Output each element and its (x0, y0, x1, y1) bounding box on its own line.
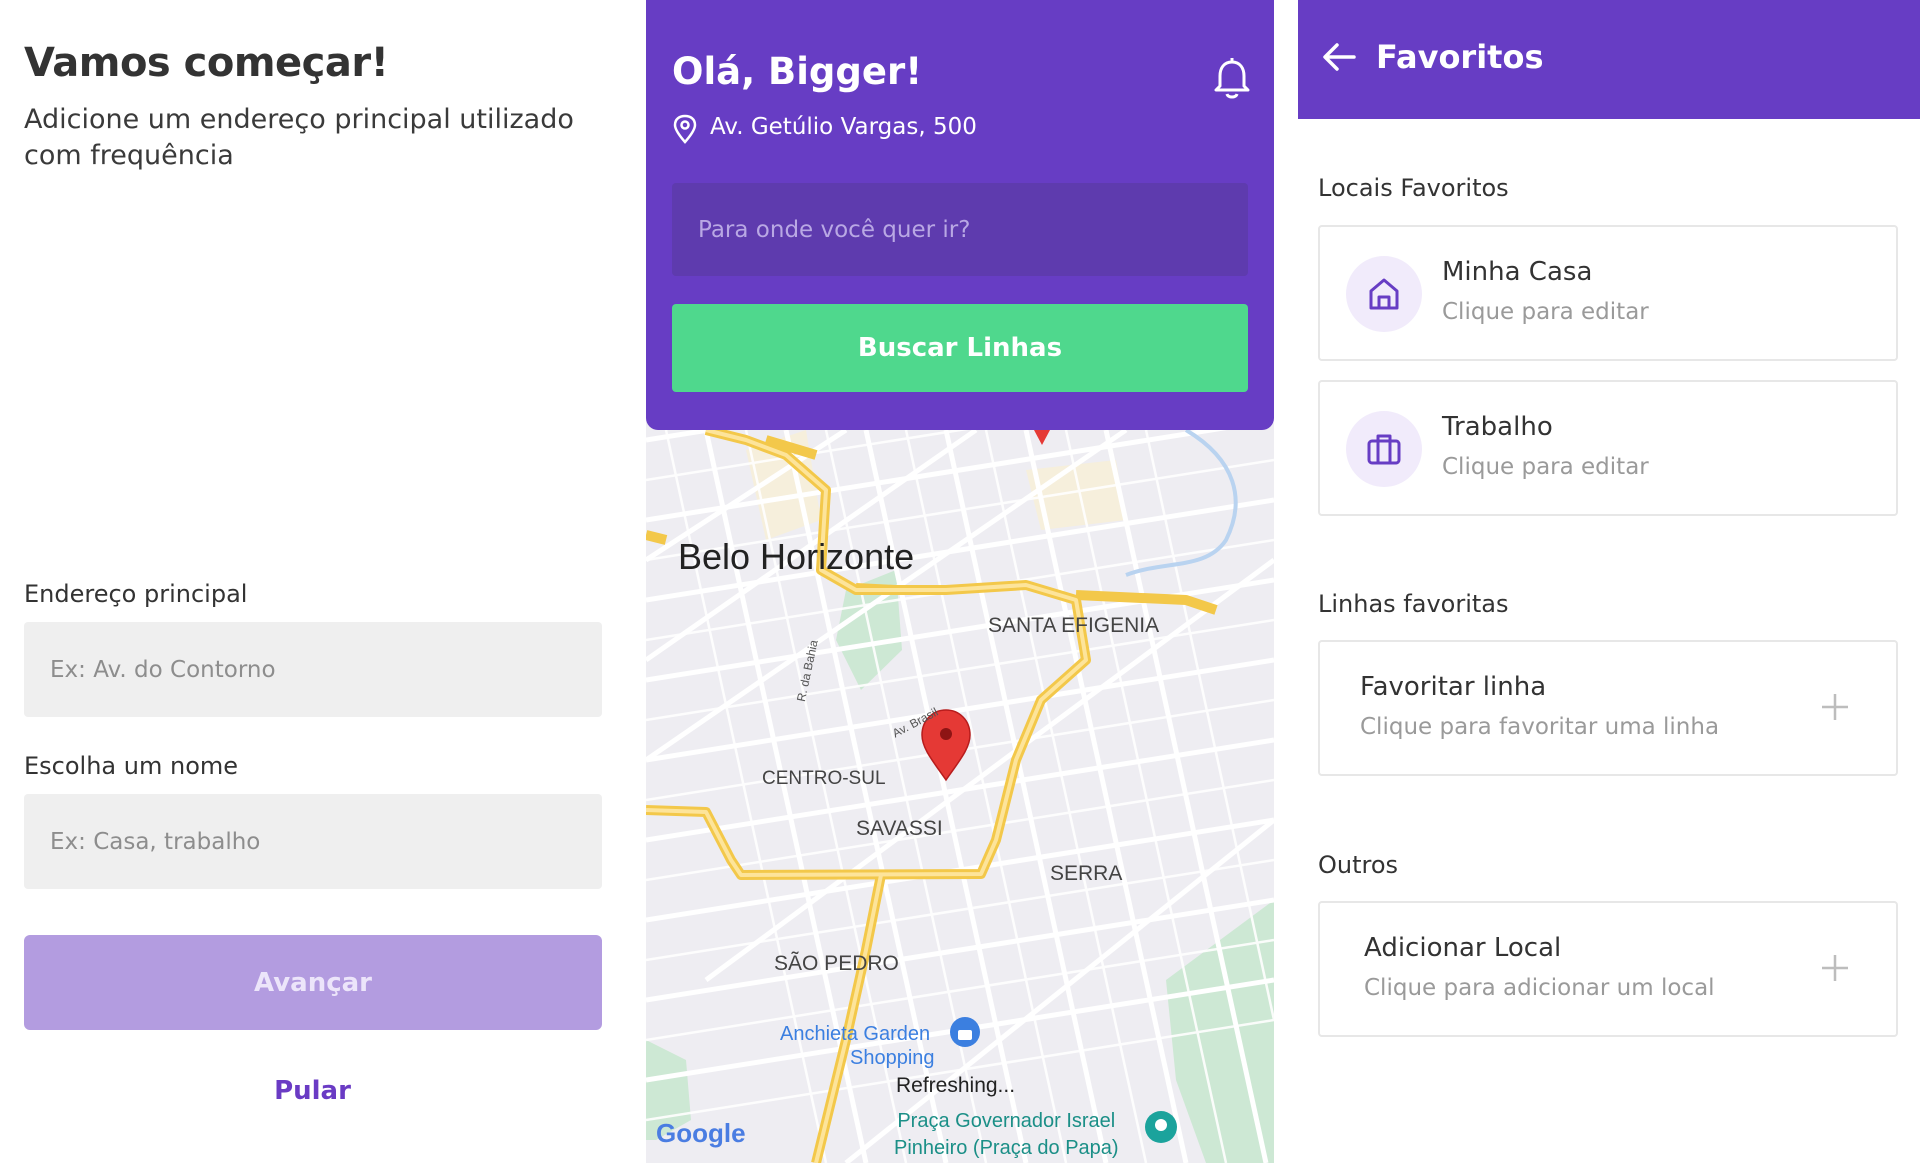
poi-praca-line-2: Pinheiro (Praça do Papa) (894, 1137, 1119, 1159)
home-header: Olá, Bigger! Av. Getúlio Vargas, 500 Bus… (646, 0, 1274, 430)
next-button[interactable]: Avançar (24, 935, 602, 1030)
page-title: Vamos começar! (24, 40, 389, 86)
briefcase-icon (1367, 434, 1401, 465)
map-label-sao-pedro: SÃO PEDRO (774, 952, 899, 975)
map-city-label: Belo Horizonte (678, 536, 915, 577)
map-refreshing-status: Refreshing... (896, 1074, 1016, 1097)
address-input[interactable] (24, 622, 602, 717)
section-title-other: Outros (1318, 851, 1399, 879)
page-title: Favoritos (1376, 38, 1544, 76)
greeting-title: Olá, Bigger! (672, 50, 923, 93)
back-arrow-icon[interactable] (1322, 42, 1356, 72)
app-bar: Favoritos (1298, 0, 1920, 119)
poi-anchieta-line-1: Anchieta Garden (780, 1023, 931, 1045)
search-lines-button[interactable]: Buscar Linhas (672, 304, 1248, 392)
map-label-serra: SERRA (1050, 862, 1123, 885)
name-label: Escolha um nome (24, 752, 239, 780)
current-address[interactable]: Av. Getúlio Vargas, 500 (710, 114, 977, 140)
skip-link[interactable]: Pular (0, 1076, 625, 1106)
home-screen: Belo Horizonte SANTA EFIGENIA CENTRO-SUL… (646, 0, 1274, 1163)
map-poi-praca-do-papa[interactable]: Praça Governador Israel Pinheiro (Praça … (894, 1108, 1119, 1162)
section-title-lines: Linhas favoritas (1318, 590, 1509, 618)
bell-icon[interactable] (1212, 56, 1252, 100)
place-subtitle: Clique para editar (1442, 299, 1649, 325)
google-logo: Google (656, 1118, 746, 1148)
favorite-place-home[interactable]: Minha Casa Clique para editar (1318, 225, 1898, 361)
place-title: Minha Casa (1442, 257, 1593, 287)
place-subtitle: Clique para editar (1442, 454, 1649, 480)
address-label: Endereço principal (24, 580, 248, 608)
favorites-screen: Favoritos Locais Favoritos Minha Casa Cl… (1298, 0, 1920, 1163)
map-label-santa-efigenia: SANTA EFIGENIA (988, 614, 1160, 637)
location-pin-icon (673, 114, 697, 144)
map-poi-anchieta[interactable]: Anchieta Garden Shopping (780, 1022, 935, 1070)
line-card-subtitle: Clique para favoritar uma linha (1360, 714, 1720, 740)
place-title: Trabalho (1442, 412, 1553, 442)
favorite-line-card[interactable]: Favoritar linha Clique para favoritar um… (1318, 640, 1898, 776)
line-card-title: Favoritar linha (1360, 672, 1547, 702)
onboarding-screen: Vamos começar! Adicione um endereço prin… (0, 0, 625, 1163)
home-icon (1369, 278, 1399, 310)
poi-praca-line-1: Praça Governador Israel (897, 1110, 1116, 1132)
map-label-savassi: SAVASSI (856, 817, 943, 840)
home-icon-badge (1346, 256, 1422, 332)
favorite-place-work[interactable]: Trabalho Clique para editar (1318, 380, 1898, 516)
plus-icon[interactable] (1820, 692, 1850, 722)
briefcase-icon-badge (1346, 411, 1422, 487)
destination-search-input[interactable] (672, 183, 1248, 276)
name-input[interactable] (24, 794, 602, 889)
add-place-title: Adicionar Local (1364, 933, 1562, 963)
page-subtitle: Adicione um endereço principal utilizado… (24, 104, 574, 171)
map-label-centro-sul: CENTRO-SUL (762, 768, 886, 789)
plus-icon[interactable] (1820, 953, 1850, 983)
add-place-subtitle: Clique para adicionar um local (1364, 975, 1715, 1001)
add-place-card[interactable]: Adicionar Local Clique para adicionar um… (1318, 901, 1898, 1037)
section-title-places: Locais Favoritos (1318, 174, 1509, 202)
poi-anchieta-line-2: Shopping (850, 1047, 935, 1069)
